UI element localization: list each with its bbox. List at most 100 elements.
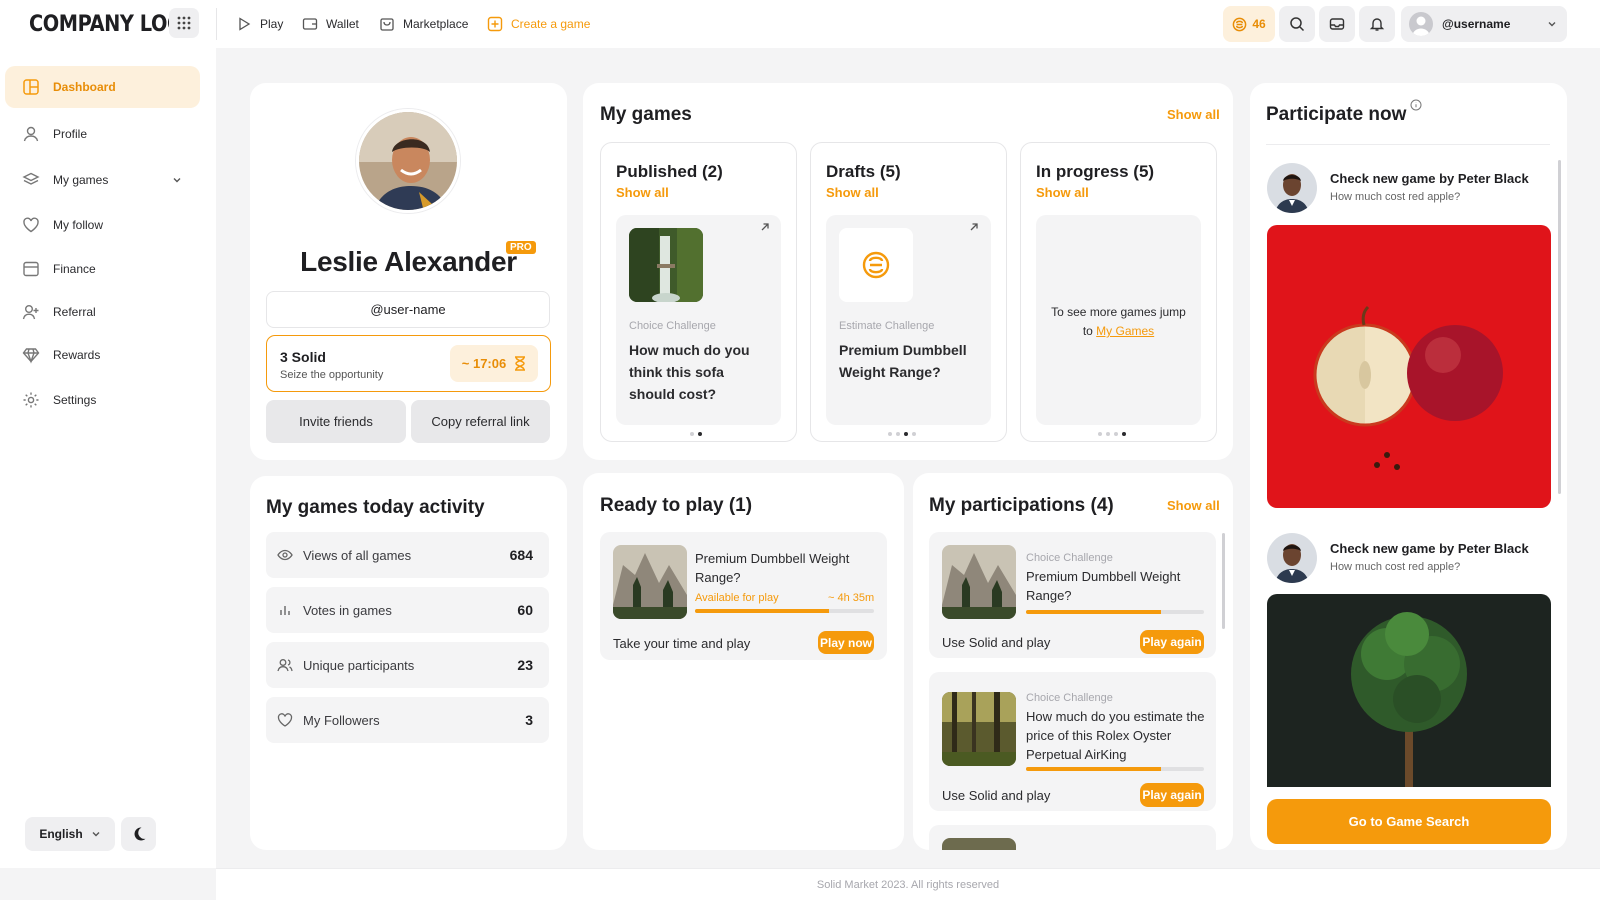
published-pager[interactable] (690, 432, 702, 436)
user-menu-name: @username (1442, 17, 1511, 31)
bag-icon (380, 18, 394, 31)
participate-post-sub: How much cost red apple? (1330, 561, 1461, 573)
inbox-icon (1329, 18, 1345, 30)
profile-avatar[interactable] (356, 109, 460, 213)
draft-question: Premium Dumbbell Weight Range? (839, 342, 967, 380)
apples-image[interactable] (1267, 225, 1551, 508)
sidebar-item-dashboard[interactable]: Dashboard (5, 66, 200, 108)
nav-create-game-label: Create a game (511, 17, 591, 31)
activity-value: 684 (509, 547, 533, 563)
participations-scrollbar[interactable] (1222, 533, 1225, 629)
info-icon[interactable] (1410, 99, 1422, 111)
sidebar-item-label: Settings (53, 393, 97, 407)
activity-label: Unique participants (303, 657, 415, 673)
activity-value: 60 (517, 602, 533, 618)
participate-divider (1266, 144, 1550, 145)
sidebar-item-label: Referral (53, 305, 96, 319)
drafts-title: Drafts (5) (826, 162, 901, 181)
sidebar-item-settings[interactable]: Settings (5, 379, 200, 421)
sidebar-item-rewards[interactable]: Rewards (5, 334, 200, 376)
nav-create-game[interactable]: Create a game (487, 16, 590, 32)
tree-image[interactable] (1267, 594, 1551, 787)
drafts-pager[interactable] (888, 432, 916, 436)
participation-progress-bar (1026, 767, 1204, 771)
dashboard-icon (23, 79, 39, 95)
arrow-up-right-icon[interactable] (969, 222, 979, 232)
ready-status: Available for play (695, 592, 779, 604)
author-avatar[interactable] (1267, 163, 1317, 213)
copy-referral-link-button[interactable]: Copy referral link (411, 400, 550, 443)
play-again-button[interactable]: Play again (1140, 783, 1204, 807)
drafts-show-all[interactable]: Show all (826, 185, 879, 200)
waterfall-thumbnail (629, 228, 703, 302)
solid-logo-thumbnail (839, 228, 913, 302)
nav-marketplace-label: Marketplace (403, 17, 469, 31)
activity-value: 23 (517, 657, 533, 673)
participate-post-sub: How much cost red apple? (1330, 191, 1461, 203)
nav-play[interactable]: Play (236, 16, 283, 32)
grid-icon (177, 16, 191, 30)
search-button[interactable] (1279, 6, 1315, 42)
sidebar-item-referral[interactable]: Referral (5, 291, 200, 333)
finance-icon (23, 261, 39, 277)
play-again-button[interactable]: Play again (1140, 630, 1204, 654)
participations-title: My participations (4) (929, 495, 1114, 516)
sidebar-item-label: Profile (53, 127, 88, 141)
activity-row-votes: Votes in games 60 (266, 587, 549, 633)
nav-wallet[interactable]: Wallet (302, 16, 359, 32)
heart-icon (277, 713, 293, 727)
play-now-button[interactable]: Play now (818, 631, 874, 654)
notifications-button[interactable] (1359, 6, 1395, 42)
wallet-icon (302, 18, 318, 30)
author-avatar[interactable] (1267, 533, 1317, 583)
sidebar-item-label: My follow (53, 218, 104, 232)
sidebar-item-label: Finance (53, 262, 96, 276)
nav-play-label: Play (260, 17, 284, 31)
in-progress-show-all[interactable]: Show all (1036, 185, 1089, 200)
sidebar-item-profile[interactable]: Profile (5, 113, 200, 155)
sidebar-item-my-follow[interactable]: My follow (5, 204, 200, 246)
published-show-all[interactable]: Show all (616, 185, 669, 200)
participation-category: Choice Challenge (1026, 692, 1113, 704)
language-selector[interactable]: English (25, 817, 115, 851)
participation-category: Choice Challenge (1026, 552, 1113, 564)
pro-badge: PRO (506, 241, 536, 254)
my-games-title: My games (600, 104, 692, 125)
inbox-button[interactable] (1319, 6, 1355, 42)
nav-marketplace[interactable]: Marketplace (379, 16, 468, 32)
play-icon (239, 17, 251, 31)
chevron-down-icon (173, 178, 181, 183)
dark-mode-toggle[interactable] (121, 817, 156, 851)
yosemite-thumbnail (942, 545, 1016, 619)
in-progress-pager[interactable] (1098, 432, 1126, 436)
my-games-link[interactable]: My Games (1096, 324, 1154, 338)
participations-show-all[interactable]: Show all (1167, 498, 1220, 513)
participate-post-title[interactable]: Check new game by Peter Black (1330, 541, 1529, 556)
invite-friends-button[interactable]: Invite friends (266, 400, 406, 443)
participation-title: Premium Dumbbell Weight Range? (1026, 569, 1181, 603)
sidebar-item-my-games[interactable]: My games (5, 159, 200, 201)
user-menu[interactable]: @username (1401, 6, 1567, 42)
participation-footer: Use Solid and play (942, 635, 1051, 650)
sidebar-item-label: Rewards (53, 348, 101, 362)
sidebar-item-finance[interactable]: Finance (5, 248, 200, 290)
solid-subtitle: Seize the opportunity (280, 369, 384, 381)
layers-icon (22, 172, 40, 185)
go-to-game-search-button[interactable]: Go to Game Search (1267, 799, 1551, 844)
my-games-show-all[interactable]: Show all (1167, 107, 1220, 122)
participate-scrollbar[interactable] (1558, 160, 1561, 494)
diamond-icon (22, 348, 40, 364)
footer: Solid Market 2023. All rights reserved (216, 868, 1600, 900)
activity-row-views: Views of all games 684 (266, 532, 549, 578)
arrow-up-right-icon[interactable] (760, 222, 770, 232)
yosemite-thumbnail (613, 545, 687, 619)
participation-progress-fill (1026, 767, 1162, 771)
apps-grid-button[interactable] (169, 8, 199, 38)
coin-balance[interactable]: 46 (1223, 6, 1275, 42)
participation-item-partial[interactable] (929, 825, 1216, 850)
published-title: Published (2) (616, 162, 723, 181)
participate-post-title[interactable]: Check new game by Peter Black (1330, 171, 1529, 186)
coin-balance-value: 46 (1252, 17, 1266, 31)
published-category: Choice Challenge (629, 320, 716, 332)
activity-value: 3 (525, 712, 533, 728)
